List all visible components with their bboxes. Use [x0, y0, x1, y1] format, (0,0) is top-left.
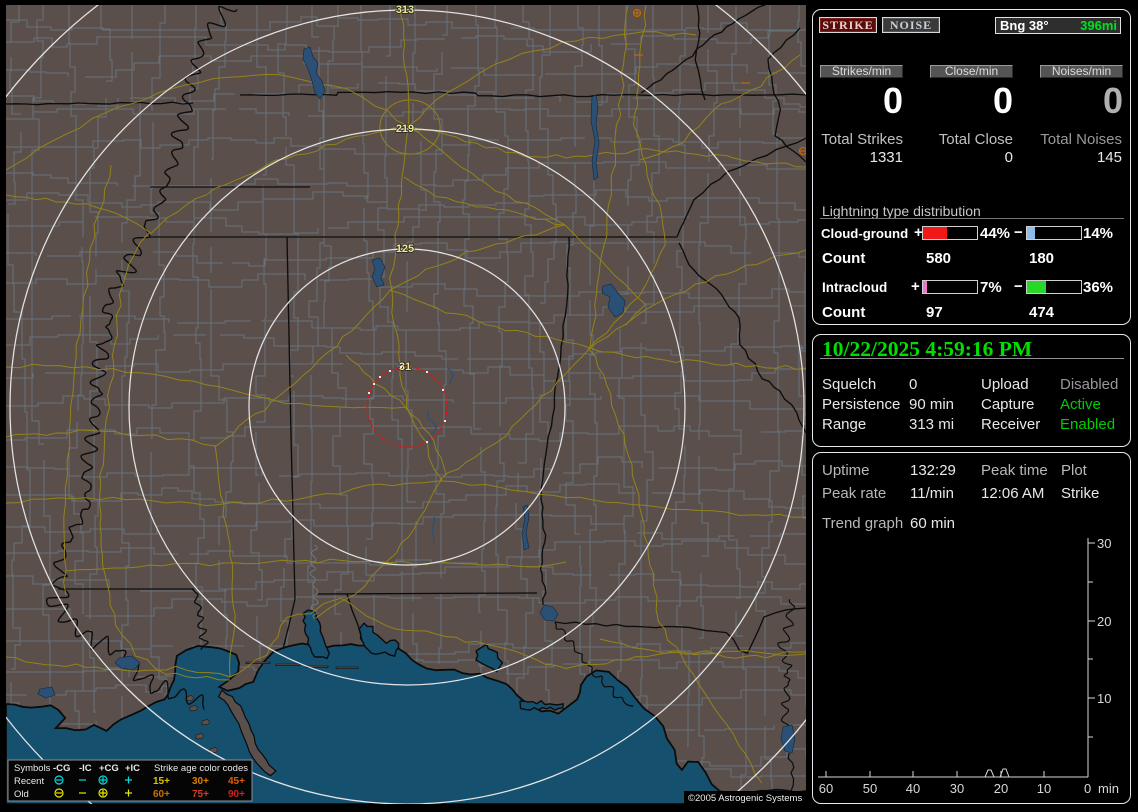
svg-text:Strike age color codes: Strike age color codes [154, 763, 248, 774]
svg-text:45+: 45+ [228, 776, 245, 787]
svg-text:40: 40 [906, 781, 920, 796]
svg-text:+CG: +CG [99, 763, 119, 774]
svg-text:Old: Old [14, 789, 29, 800]
svg-text:Symbols: Symbols [14, 763, 51, 774]
svg-text:-IC: -IC [79, 763, 92, 774]
svg-text:0: 0 [1084, 781, 1091, 796]
svg-text:+IC: +IC [125, 763, 140, 774]
svg-text:min: min [1098, 781, 1119, 796]
svg-text:75+: 75+ [192, 789, 209, 800]
svg-text:30+: 30+ [192, 776, 209, 787]
svg-text:10: 10 [1037, 781, 1051, 796]
svg-text:©2005 Astrogenic Systems: ©2005 Astrogenic Systems [688, 793, 802, 804]
svg-text:20: 20 [994, 781, 1008, 796]
svg-text:Recent: Recent [14, 776, 44, 787]
svg-text:30: 30 [1097, 536, 1111, 551]
svg-text:15+: 15+ [153, 776, 170, 787]
svg-text:60: 60 [819, 781, 833, 796]
svg-text:219: 219 [396, 123, 414, 135]
svg-text:-CG: -CG [53, 763, 70, 774]
svg-text:30: 30 [950, 781, 964, 796]
svg-text:10: 10 [1097, 691, 1111, 706]
svg-text:20: 20 [1097, 614, 1111, 629]
svg-text:125: 125 [396, 243, 414, 255]
svg-text:50: 50 [863, 781, 877, 796]
svg-text:90+: 90+ [228, 789, 245, 800]
svg-text:313: 313 [396, 5, 414, 16]
svg-text:60+: 60+ [153, 789, 170, 800]
